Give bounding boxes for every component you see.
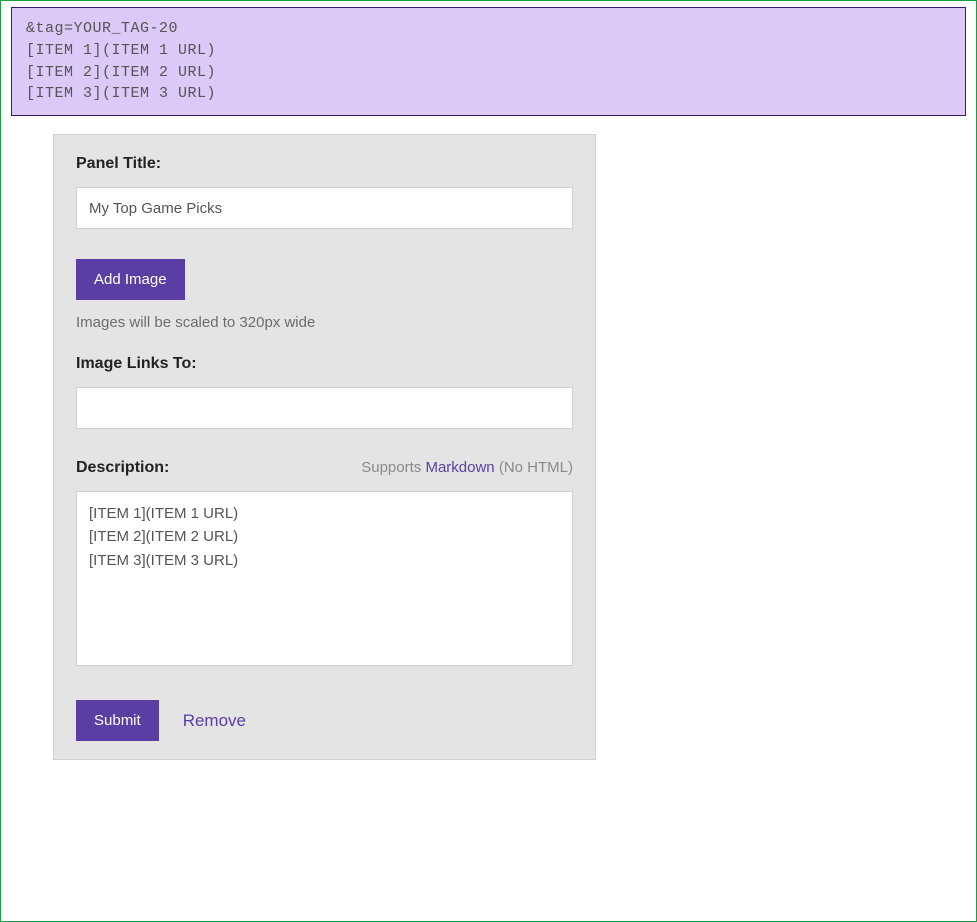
action-row: Submit Remove <box>76 700 573 741</box>
image-links-to-input[interactable] <box>76 387 573 429</box>
description-header-row: Description: Supports Markdown (No HTML) <box>76 459 573 477</box>
add-image-button[interactable]: Add Image <box>76 259 185 300</box>
markdown-link[interactable]: Markdown <box>425 459 494 476</box>
remove-link[interactable]: Remove <box>183 711 246 731</box>
markdown-hint: Supports Markdown (No HTML) <box>361 459 573 476</box>
panel-editor: Panel Title: Add Image Images will be sc… <box>53 134 596 760</box>
panel-title-input[interactable] <box>76 187 573 229</box>
supports-suffix: (No HTML) <box>495 459 573 476</box>
description-textarea[interactable] <box>76 491 573 666</box>
panel-title-label: Panel Title: <box>76 155 573 173</box>
page-frame: &tag=YOUR_TAG-20 [ITEM 1](ITEM 1 URL) [I… <box>0 0 977 922</box>
description-label: Description: <box>76 459 169 477</box>
submit-button[interactable]: Submit <box>76 700 159 741</box>
code-snippet-block: &tag=YOUR_TAG-20 [ITEM 1](ITEM 1 URL) [I… <box>11 7 966 116</box>
supports-prefix: Supports <box>361 459 425 476</box>
image-links-to-label: Image Links To: <box>76 355 573 373</box>
panel-wrap: Panel Title: Add Image Images will be sc… <box>53 134 596 760</box>
image-scale-hint: Images will be scaled to 320px wide <box>76 314 573 331</box>
